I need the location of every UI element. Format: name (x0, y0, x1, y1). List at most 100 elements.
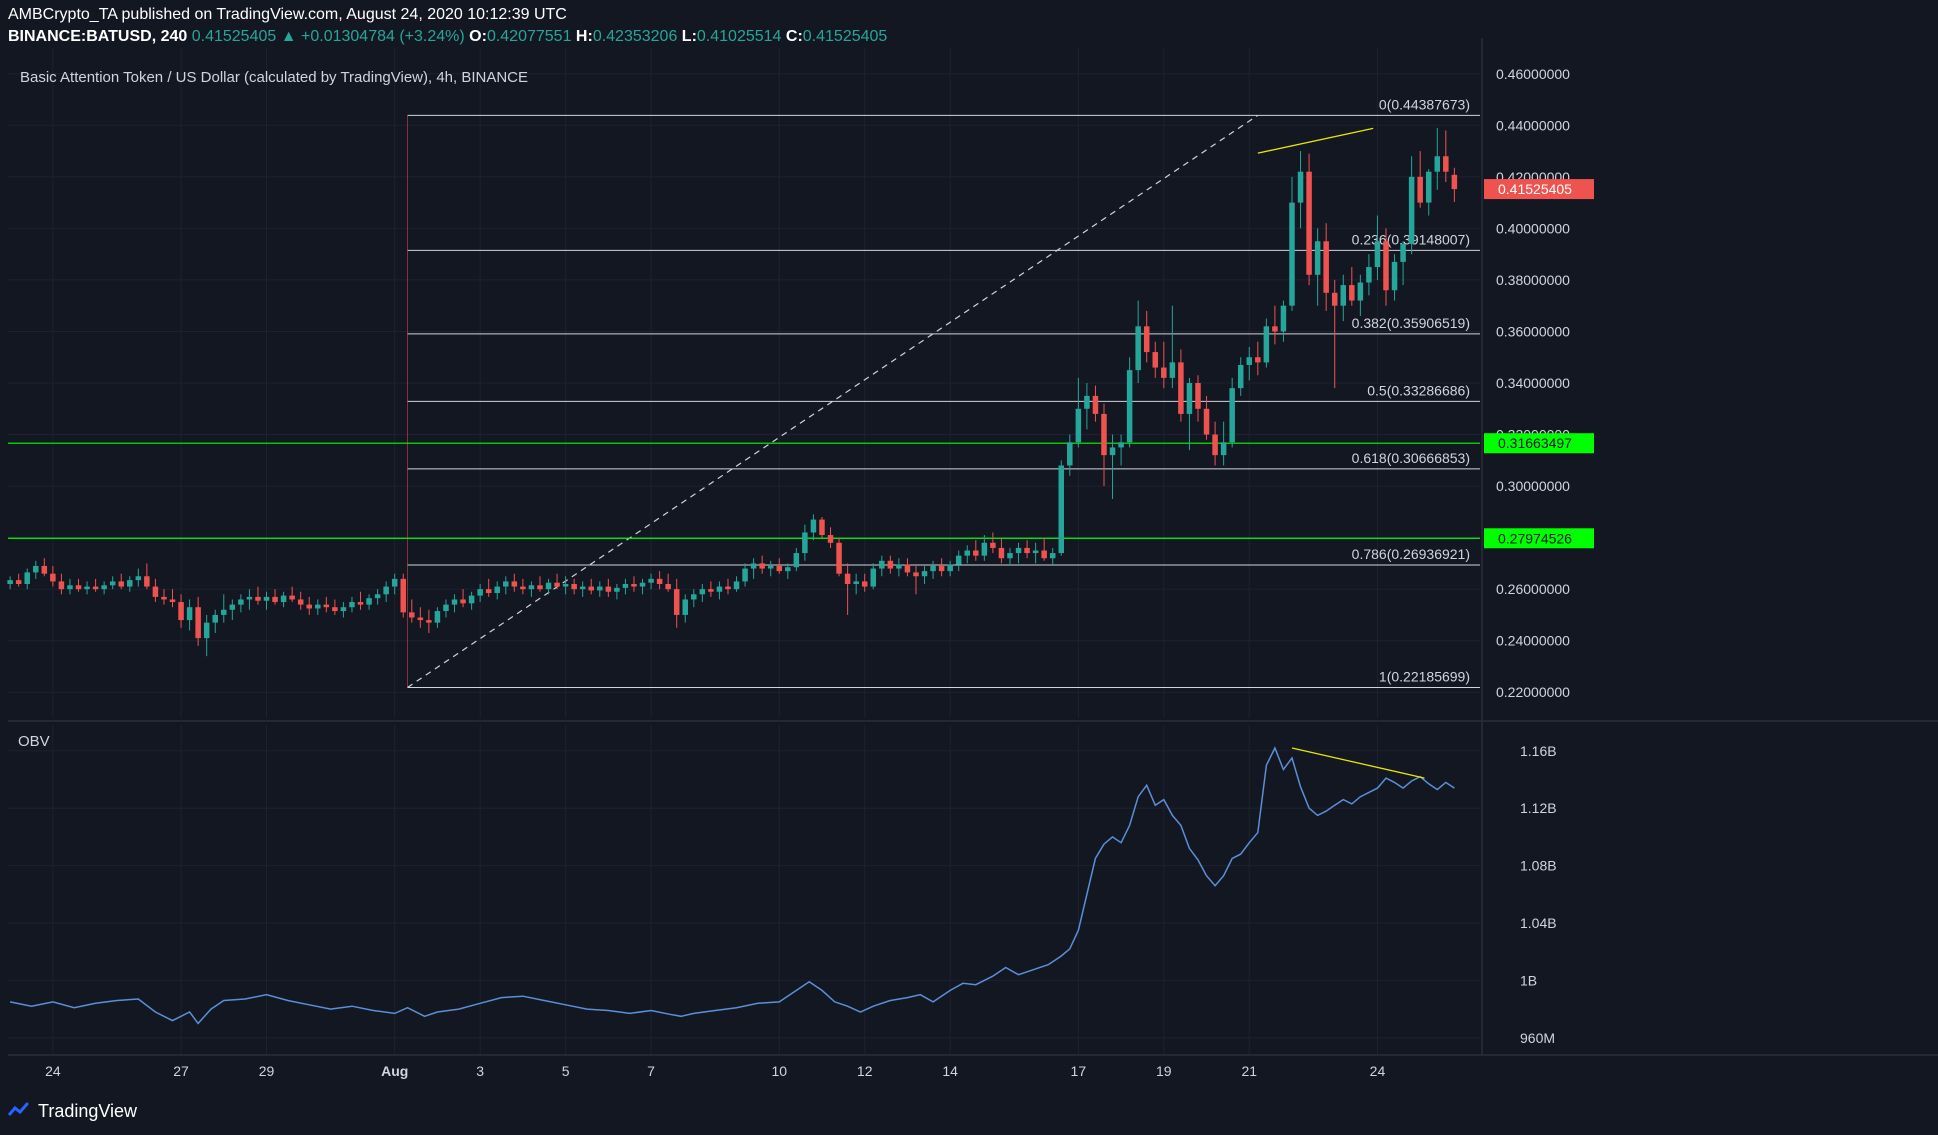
candle (366, 594, 372, 610)
candle-body (648, 578, 654, 583)
candle (1203, 395, 1210, 440)
tradingview-footer[interactable]: TradingView (8, 1099, 137, 1123)
candle (1391, 254, 1398, 301)
candle-body (451, 599, 458, 605)
candle (7, 576, 13, 590)
candle-body (1024, 547, 1030, 554)
price-axis-tick-label: 0.46000000 (1496, 66, 1570, 82)
candle (203, 614, 210, 657)
obv-line (9, 746, 1455, 1025)
price-axis-tick-label: 0.34000000 (1496, 375, 1570, 391)
support-price-badge: 0.31663497 (1498, 435, 1572, 451)
candle (1220, 421, 1227, 466)
fib-level-label: 0.5(0.33286686) (1367, 382, 1470, 398)
candle (750, 558, 757, 579)
candle-body (434, 611, 441, 623)
candle (1101, 403, 1107, 487)
candle (460, 589, 466, 608)
candle (964, 545, 971, 564)
candle-body (1109, 447, 1116, 456)
candle-body (861, 581, 868, 587)
fib-level-label: 1(0.22185699) (1379, 668, 1470, 684)
candle (1323, 223, 1329, 311)
candle-body (1126, 370, 1133, 443)
candle-body (186, 607, 193, 621)
candle-body (203, 622, 210, 639)
candle (426, 609, 432, 633)
candle-body (725, 586, 731, 590)
time-axis-tick-label: 21 (1241, 1063, 1257, 1079)
candle (443, 599, 449, 618)
candle-body (315, 604, 321, 609)
obv-axis-tick-label: 1B (1520, 972, 1537, 988)
candle-body (255, 596, 261, 601)
candle (1084, 383, 1090, 430)
candle (520, 578, 526, 595)
candle-body (955, 555, 962, 565)
candle (1041, 537, 1047, 561)
candle-body (1443, 156, 1449, 172)
candle-body (1237, 364, 1244, 389)
candle-body (699, 589, 706, 595)
candle-body (1255, 357, 1261, 363)
candle (33, 560, 39, 579)
candle-body (708, 589, 714, 592)
candle-body (605, 586, 612, 592)
time-axis-tick-label: 10 (771, 1063, 787, 1079)
candle-body (485, 589, 492, 594)
candle (1178, 349, 1184, 422)
candle (1400, 241, 1406, 286)
candle (101, 581, 107, 595)
candle-body (520, 586, 526, 590)
time-axis-tick-label: 29 (259, 1063, 275, 1079)
candle-body (1408, 176, 1415, 244)
candle-body (930, 565, 936, 572)
candle (1109, 434, 1116, 499)
candle-body (836, 542, 842, 574)
price-axis-tick-label: 0.22000000 (1496, 684, 1570, 700)
candle (1425, 169, 1432, 216)
candle-body (1178, 362, 1184, 414)
candle-body (913, 572, 919, 577)
candle-body (1007, 553, 1013, 559)
candle (178, 594, 184, 628)
time-axis-tick-label: 3 (476, 1063, 484, 1079)
candle-body (716, 586, 723, 592)
candle-body (503, 581, 509, 587)
candle-body (1169, 362, 1176, 378)
candle (691, 589, 697, 608)
obv-divergence-trendline (1291, 747, 1425, 779)
candle (648, 573, 654, 590)
candle (879, 555, 885, 577)
candle-body (460, 599, 466, 604)
candle-body (528, 585, 535, 590)
candle-body (323, 604, 330, 608)
candle (434, 607, 441, 628)
candle (708, 581, 714, 597)
candle-body (921, 571, 928, 577)
candle (836, 537, 842, 577)
candle-body (221, 609, 227, 615)
candle-body (853, 581, 859, 584)
candle (332, 599, 338, 615)
candle (75, 578, 82, 592)
candle (1237, 357, 1244, 396)
time-axis-tick-label: 17 (1071, 1063, 1087, 1079)
candle (1015, 542, 1022, 564)
candle (1169, 305, 1176, 389)
candle-body (1152, 352, 1159, 368)
candle-body (417, 617, 424, 621)
candle-body (144, 576, 150, 587)
candle-body (15, 580, 22, 584)
candle-body (1272, 326, 1278, 332)
candle-body (118, 581, 124, 587)
price-chart-canvas[interactable]: 0(0.44387673)0.236(0.39148007)0.382(0.35… (0, 0, 1938, 1135)
candle (767, 560, 774, 577)
candle (349, 596, 355, 613)
candle-body (1049, 553, 1056, 559)
candle-body (579, 586, 586, 590)
candle-body (998, 547, 1005, 559)
candle-body (1203, 408, 1210, 435)
candle-body (1417, 176, 1423, 203)
candle (1161, 341, 1167, 389)
